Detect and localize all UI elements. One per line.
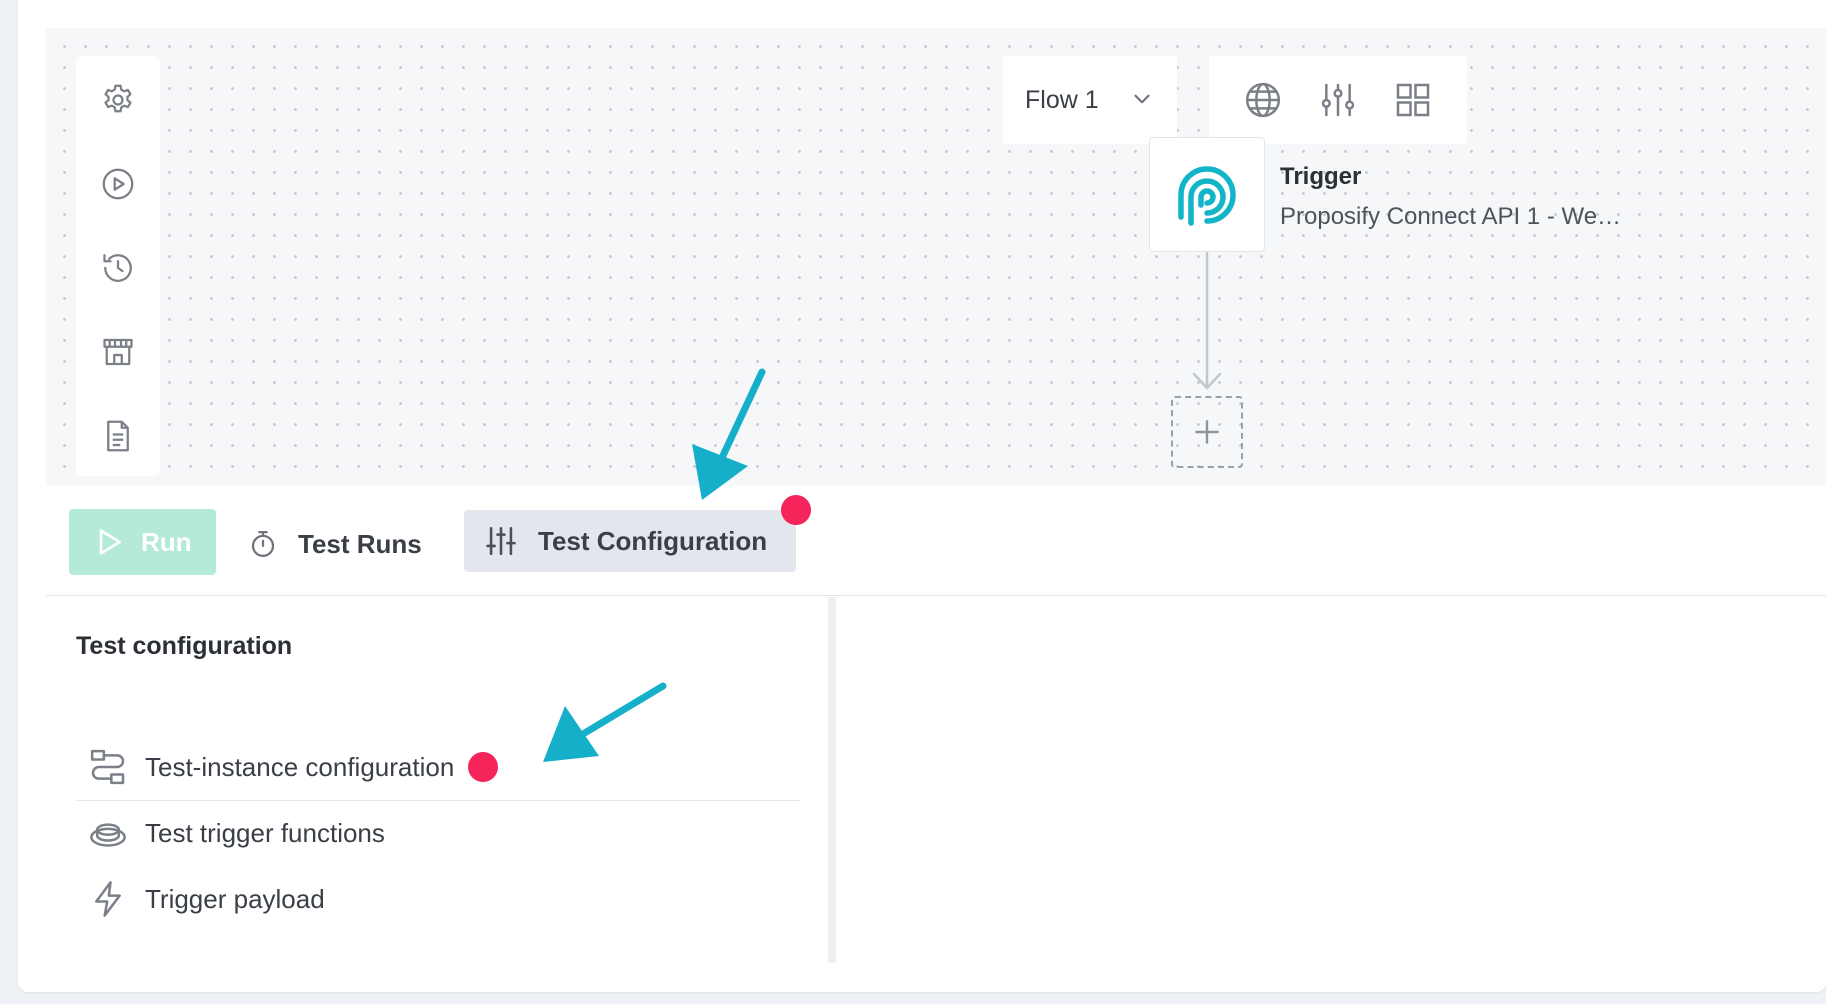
list-divider xyxy=(76,800,800,801)
route-icon xyxy=(88,747,128,787)
test-instance-configuration-label: Test-instance configuration xyxy=(145,751,455,782)
history-button[interactable] xyxy=(76,238,160,298)
test-trigger-functions-item[interactable]: Test trigger functions xyxy=(76,803,800,863)
endpoint-settings-button[interactable] xyxy=(1233,70,1293,130)
tab-test-runs-label: Test Runs xyxy=(298,528,422,559)
trigger-subtitle: Proposify Connect API 1 - We… xyxy=(1280,203,1622,230)
trigger-payload-label: Trigger payload xyxy=(145,883,325,914)
plus-icon xyxy=(1195,420,1219,444)
chevron-down-icon xyxy=(1134,94,1150,104)
marketplace-icon xyxy=(103,338,133,366)
test-instance-configuration-item[interactable]: Test-instance configuration xyxy=(76,737,800,797)
gear-icon xyxy=(104,84,132,113)
run-button-label: Run xyxy=(141,526,192,557)
marketplace-button[interactable] xyxy=(76,322,160,382)
flow-selector[interactable]: Flow 1 xyxy=(1003,56,1177,144)
left-rail xyxy=(76,56,160,476)
trigger-node[interactable] xyxy=(1149,137,1265,252)
alert-dot xyxy=(468,752,499,782)
run-flow-button[interactable] xyxy=(76,154,160,214)
play-icon xyxy=(99,529,121,555)
panel-divider[interactable] xyxy=(828,597,836,963)
document-icon xyxy=(107,420,129,452)
canvas-toolbar xyxy=(1209,56,1467,144)
tab-test-runs[interactable]: Test Runs xyxy=(248,514,422,574)
stopwatch-icon xyxy=(251,531,275,557)
configuration-button[interactable] xyxy=(1308,70,1368,130)
proposify-logo-icon xyxy=(1178,165,1236,226)
annotation-arrow xyxy=(692,368,766,500)
tab-test-configuration[interactable]: Test Configuration xyxy=(464,510,796,572)
trigger-payload-item[interactable]: Trigger payload xyxy=(76,869,800,929)
flow-connector xyxy=(1192,252,1222,390)
settings-button[interactable] xyxy=(76,70,160,130)
push-button-icon xyxy=(88,813,128,853)
play-circle-icon xyxy=(102,168,134,200)
lightning-icon xyxy=(88,879,128,919)
panel-title: Test configuration xyxy=(76,632,293,660)
components-button[interactable] xyxy=(1383,70,1443,130)
test-trigger-functions-label: Test trigger functions xyxy=(145,817,385,848)
add-step-button[interactable] xyxy=(1171,396,1243,468)
globe-icon xyxy=(1245,82,1280,118)
trigger-title: Trigger xyxy=(1280,163,1362,190)
tab-test-configuration-label: Test Configuration xyxy=(538,525,768,556)
history-icon xyxy=(103,254,132,282)
flow-selector-value: Flow 1 xyxy=(1025,85,1099,114)
sliders-icon xyxy=(1321,83,1355,117)
sliders-icon xyxy=(486,526,516,556)
flow-canvas[interactable] xyxy=(46,28,1826,486)
annotation-arrow xyxy=(543,682,667,762)
documentation-button[interactable] xyxy=(76,406,160,466)
run-button[interactable]: Run xyxy=(69,509,216,575)
grid-icon xyxy=(1397,83,1430,117)
